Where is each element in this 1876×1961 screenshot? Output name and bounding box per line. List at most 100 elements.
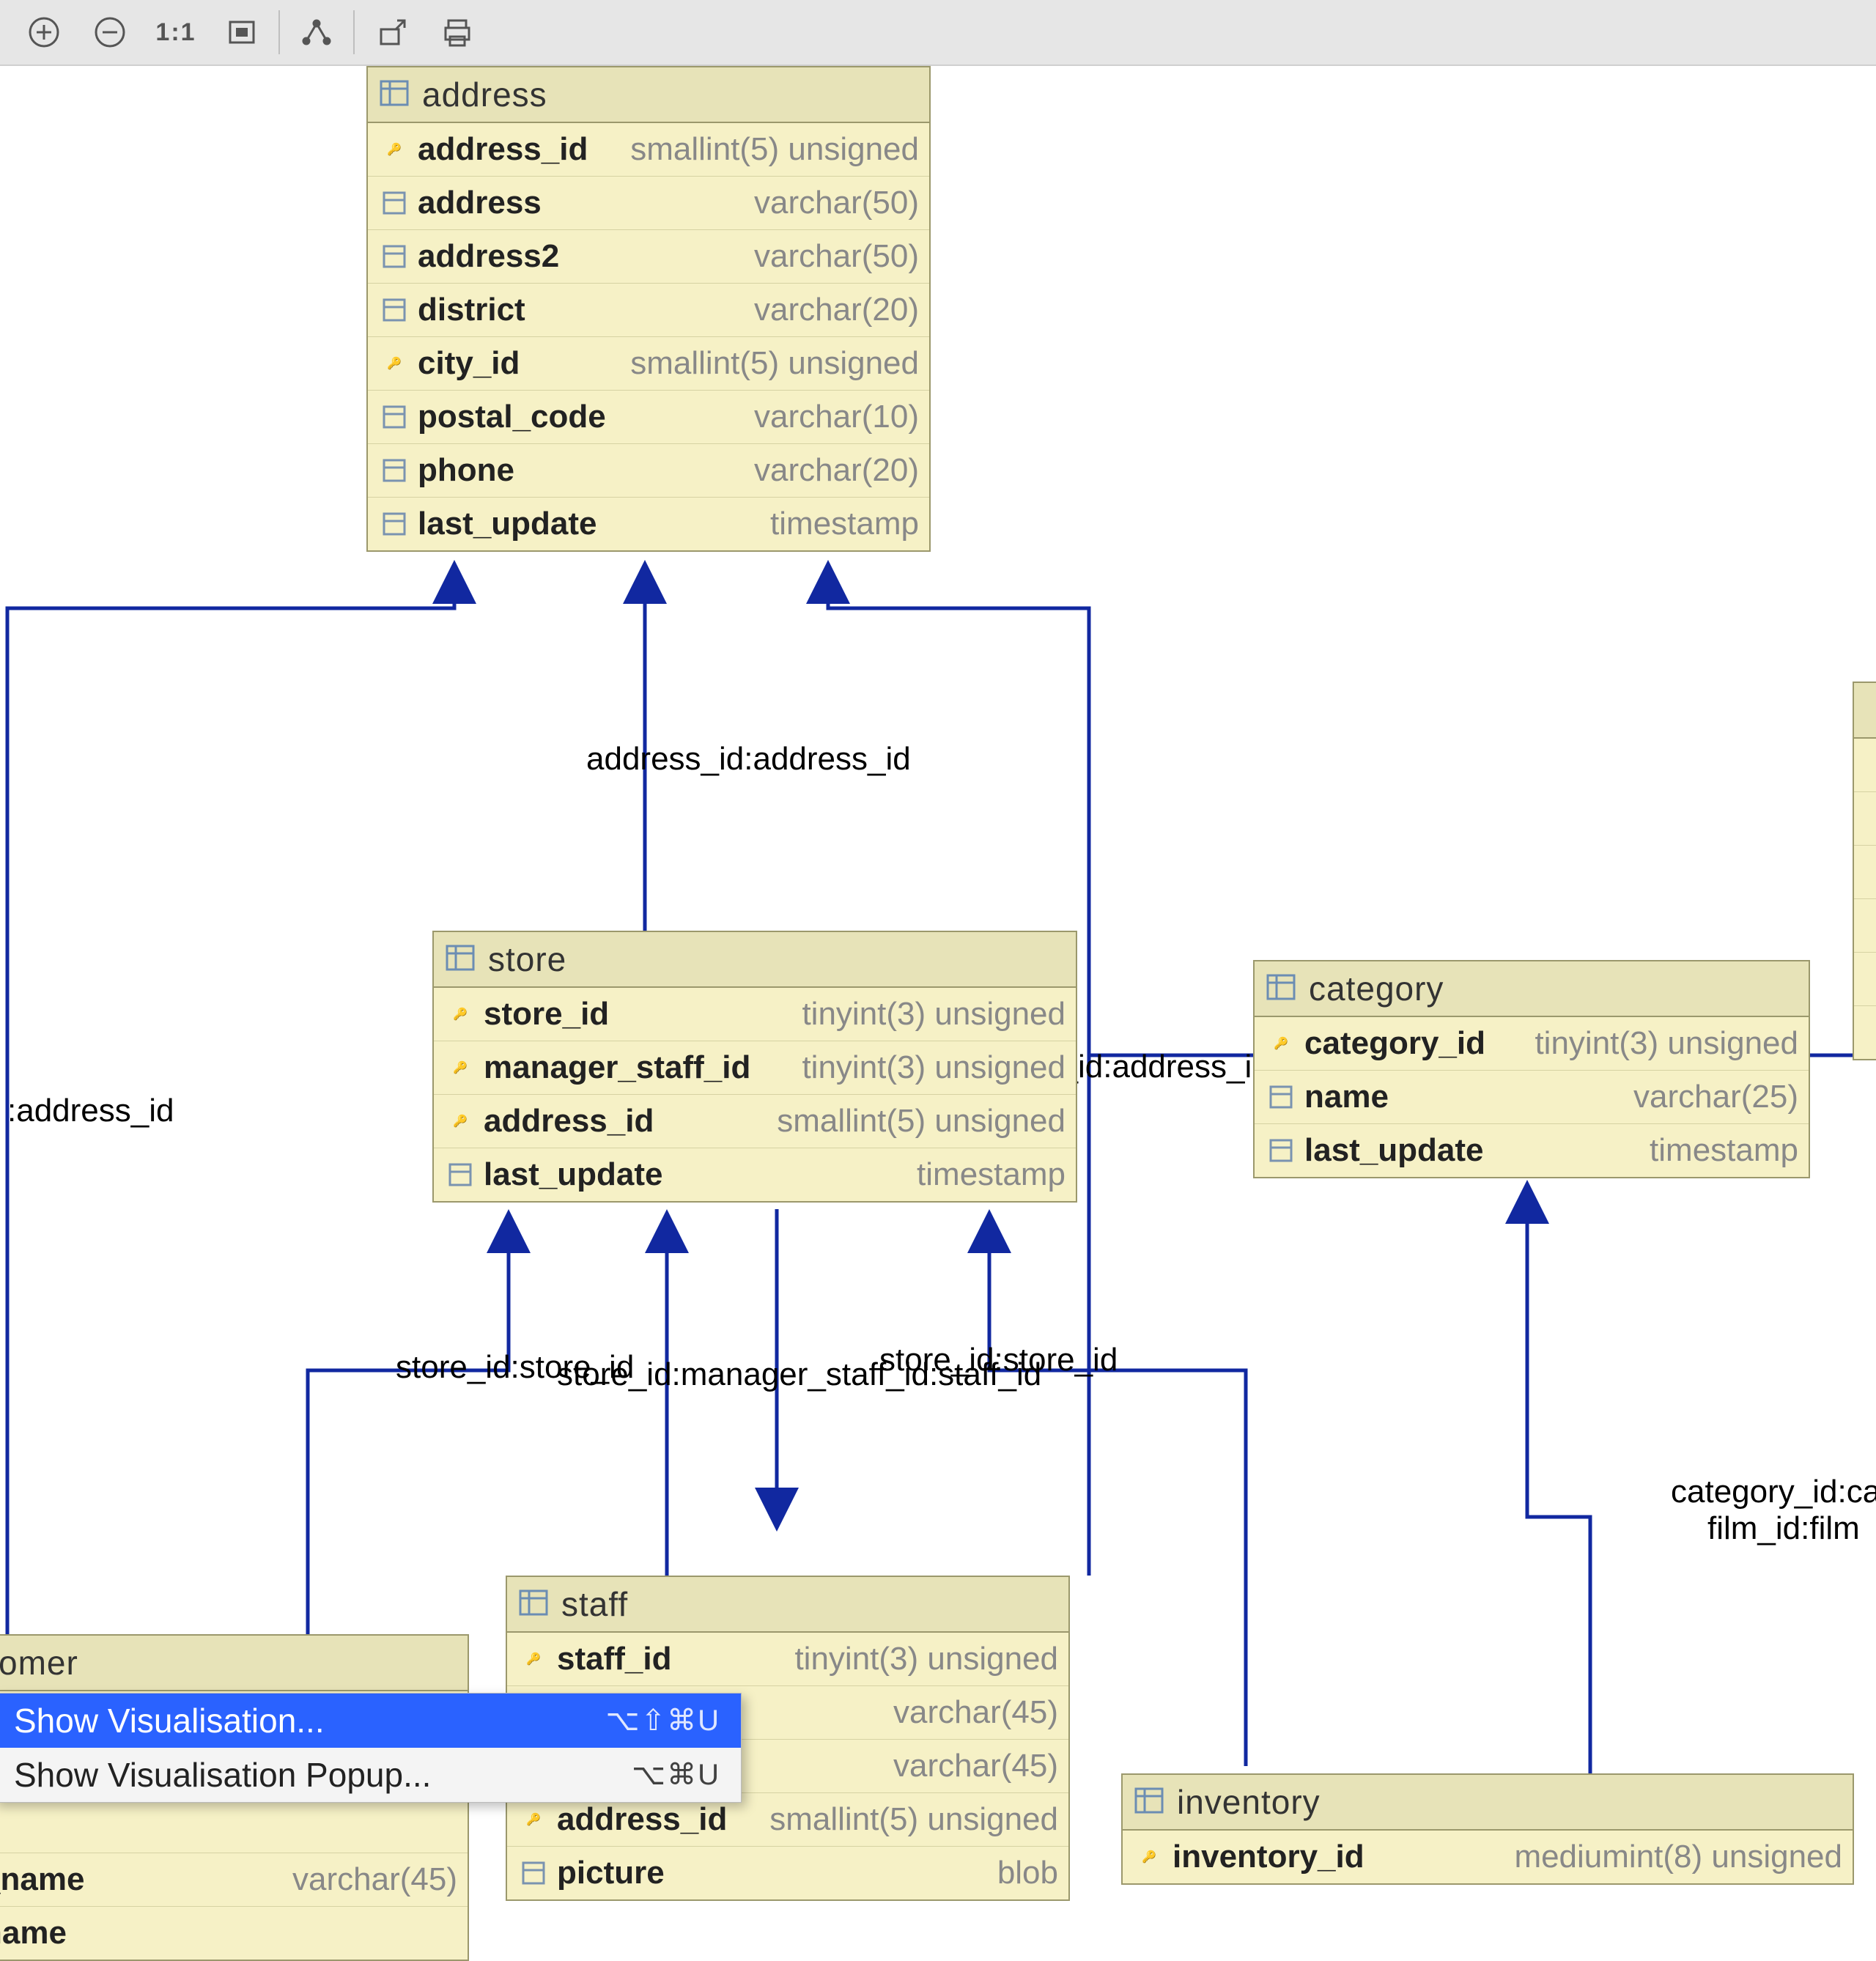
layout-button[interactable] — [295, 7, 339, 58]
column-type: timestamp — [1642, 1132, 1798, 1169]
column-name: staff_id — [557, 1641, 671, 1677]
zoom-in-icon — [26, 15, 62, 50]
column-row[interactable] — [1854, 1006, 1876, 1059]
column-type: smallint(5) unsigned — [762, 1801, 1058, 1838]
column-name: last_update — [418, 506, 597, 542]
column-type: tinyint(3) unsigned — [1527, 1025, 1798, 1062]
context-menu: Show Visualisation... ⌥⇧⌘U Show Visualis… — [0, 1693, 742, 1803]
column-row[interactable]: picture blob — [507, 1847, 1068, 1899]
column-name: inventory_id — [1172, 1839, 1364, 1875]
pk-icon: 🔑 — [1133, 1850, 1165, 1864]
fk-icon: 🔑 — [378, 356, 410, 371]
column-row[interactable]: name — [0, 1907, 468, 1960]
column-row[interactable]: last_updatetimestamp — [434, 1148, 1076, 1201]
column-row[interactable]: phonevarchar(20) — [368, 444, 929, 498]
column-icon — [1265, 1138, 1297, 1163]
entity-title: staff — [561, 1584, 628, 1624]
column-icon — [1265, 1085, 1297, 1109]
column-type: blob — [990, 1855, 1058, 1891]
column-type: timestamp — [763, 506, 919, 542]
column-row[interactable] — [1854, 739, 1876, 792]
relation-label: :address_id — [7, 1093, 174, 1129]
relation-label: film_id:film — [1707, 1510, 1860, 1546]
pk-icon: 🔑 — [517, 1652, 550, 1666]
diagram-canvas[interactable]: :address_id address_id:address_id addres… — [0, 66, 1876, 1876]
column-name: address_id — [484, 1103, 654, 1140]
menu-item-show-visualisation[interactable]: Show Visualisation... ⌥⇧⌘U — [0, 1694, 741, 1748]
column-row[interactable] — [1854, 792, 1876, 846]
entity-address[interactable]: address 🔑address_idsmallint(5) unsigned … — [366, 66, 931, 552]
entity-category[interactable]: category 🔑category_idtinyint(3) unsigned… — [1253, 960, 1810, 1178]
column-type: varchar(50) — [747, 238, 919, 275]
column-row[interactable]: districtvarchar(20) — [368, 284, 929, 337]
toolbar-separator — [353, 10, 355, 54]
column-name: postal_code — [418, 399, 606, 435]
column-row[interactable]: _namevarchar(45) — [0, 1853, 468, 1907]
column-icon — [378, 298, 410, 322]
actual-size-button[interactable]: 1:1 — [154, 7, 198, 58]
table-icon — [1266, 972, 1296, 1005]
column-name: store_id — [484, 996, 609, 1033]
table-icon — [1134, 1786, 1164, 1819]
column-name: picture — [557, 1855, 665, 1891]
zoom-out-button[interactable] — [88, 7, 132, 58]
column-type: tinyint(3) unsigned — [787, 1641, 1058, 1677]
column-row[interactable]: 🔑category_idtinyint(3) unsigned — [1255, 1017, 1809, 1071]
entity-title: inventory — [1177, 1782, 1321, 1822]
relation-label: store_id:store_id — [879, 1342, 1118, 1378]
table-icon — [380, 78, 409, 111]
column-row[interactable] — [1854, 953, 1876, 1006]
column-row[interactable]: last_update timestamp — [368, 498, 929, 550]
column-name: _name — [0, 1861, 84, 1898]
column-type: varchar(10) — [747, 399, 919, 435]
entity-header[interactable]: category — [1255, 961, 1809, 1017]
entity-store[interactable]: store 🔑 store_id tinyint(3) unsigned 🔑mana… — [432, 931, 1077, 1203]
column-type: smallint(5) unsigned — [623, 345, 919, 382]
entity-header[interactable]: staff — [507, 1577, 1068, 1633]
column-row[interactable]: postal_code varchar(10) — [368, 391, 929, 444]
column-name: address_id — [557, 1801, 727, 1838]
column-row[interactable] — [1854, 899, 1876, 953]
entity-clipped-right[interactable] — [1853, 682, 1876, 1060]
export-button[interactable] — [369, 7, 413, 58]
layout-icon — [299, 15, 334, 50]
column-row[interactable]: 🔑store_idtinyint(3) unsigned — [434, 988, 1076, 1041]
pk-icon: 🔑 — [378, 142, 410, 157]
column-row[interactable]: address2varchar(50) — [368, 230, 929, 284]
column-row[interactable]: 🔑manager_staff_idtinyint(3) unsigned — [434, 1041, 1076, 1095]
entity-inventory[interactable]: inventory 🔑 inventory_id mediumint(8) unsi… — [1121, 1773, 1854, 1885]
column-row[interactable]: 🔑address_idsmallint(5) unsigned — [368, 123, 929, 177]
fit-content-button[interactable] — [220, 7, 264, 58]
column-row[interactable]: 🔑address_idsmallint(5) unsigned — [434, 1095, 1076, 1148]
column-name: last_update — [484, 1156, 663, 1193]
column-row[interactable]: 🔑 staff_id tinyint(3) unsigned — [507, 1633, 1068, 1686]
column-type: varchar(50) — [747, 185, 919, 221]
entity-header[interactable] — [1854, 683, 1876, 739]
relation-label: category_id:cat — [1671, 1474, 1876, 1510]
column-name: manager_staff_id — [484, 1049, 750, 1086]
entity-header[interactable]: address — [368, 67, 929, 123]
entity-header[interactable]: store — [434, 932, 1076, 988]
toolbar-separator — [278, 10, 280, 54]
print-button[interactable] — [435, 7, 479, 58]
column-row[interactable]: 🔑 inventory_id mediumint(8) unsigned — [1123, 1831, 1853, 1883]
entity-header[interactable]: inventory — [1123, 1775, 1853, 1831]
entity-header[interactable]: omer — [0, 1636, 468, 1691]
column-row[interactable] — [1854, 846, 1876, 899]
export-icon — [374, 15, 409, 50]
column-row[interactable]: 🔑 city_id smallint(5) unsigned — [368, 337, 929, 391]
column-type: varchar(20) — [747, 452, 919, 489]
column-type: mediumint(8) unsigned — [1507, 1839, 1842, 1875]
column-name: city_id — [418, 345, 520, 382]
zoom-in-button[interactable] — [22, 7, 66, 58]
toolbar: 1:1 — [0, 0, 1876, 66]
column-type: tinyint(3) unsigned — [794, 996, 1066, 1033]
column-row[interactable]: namevarchar(25) — [1255, 1071, 1809, 1124]
column-type: varchar(25) — [1626, 1079, 1798, 1115]
column-row[interactable]: address varchar(50) — [368, 177, 929, 230]
column-name: address — [418, 185, 542, 221]
fk-icon: 🔑 — [444, 1114, 476, 1129]
menu-item-show-visualisation-popup[interactable]: Show Visualisation Popup... ⌥⌘U — [0, 1748, 741, 1802]
column-icon — [378, 512, 410, 536]
column-row[interactable]: last_updatetimestamp — [1255, 1124, 1809, 1177]
